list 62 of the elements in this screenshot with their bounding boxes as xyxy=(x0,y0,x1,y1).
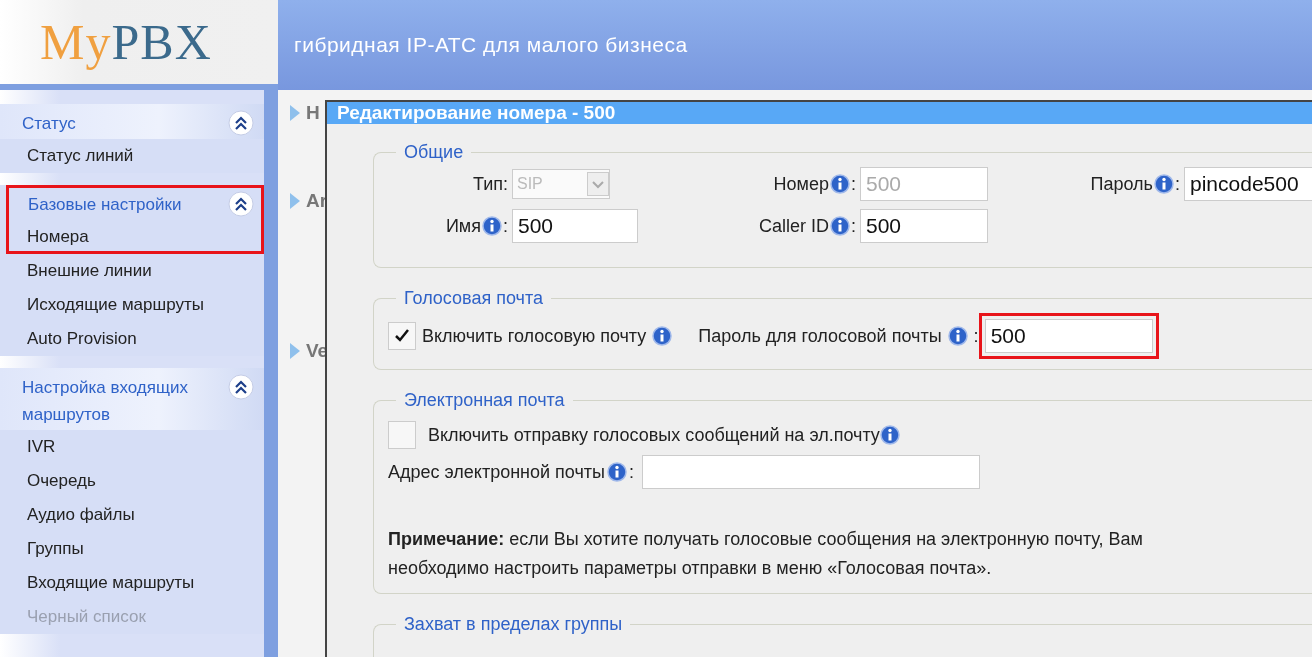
collapse-icon[interactable] xyxy=(228,191,254,217)
checkbox-label: Включить отправку голосовых сообщений на эл.почту xyxy=(428,424,880,446)
menu-item[interactable]: Исходящие маршруты xyxy=(0,288,264,322)
section-legend: Захват в пределах группы xyxy=(396,614,631,635)
menu-item[interactable]: Очередь xyxy=(0,464,264,498)
triangle-icon xyxy=(290,105,300,121)
section-legend: Электронная почта xyxy=(396,390,573,411)
note-text: Примечание: если Вы хотите получать голосовые сообщения на электронную почту, Вам необходимо настроить параметры отправки в меню «Голосовая почта». xyxy=(388,528,1144,580)
section-heading: Н xyxy=(306,102,320,124)
field-label: Пароль для голосовой почты xyxy=(698,325,942,347)
menu-group-title: Настройка входящих маршрутов xyxy=(22,377,189,426)
tagline: гибридная IP-АТС для малого бизнеса xyxy=(294,33,688,57)
menu-item[interactable]: Auto Provision xyxy=(0,322,264,356)
menu-item[interactable]: Входящие маршруты xyxy=(0,566,264,600)
menu-item[interactable]: Группы xyxy=(0,532,264,566)
colon: : xyxy=(503,215,508,237)
info-icon[interactable] xyxy=(607,462,628,482)
triangle-icon xyxy=(290,343,300,359)
menu-item[interactable]: Аудио файлы xyxy=(0,498,264,532)
logo: MyPBX xyxy=(40,13,212,71)
field-label: Номер xyxy=(773,173,829,195)
field-label: Адрес электронной почты xyxy=(388,461,606,483)
menu-item[interactable]: IVR xyxy=(0,430,264,464)
dialog-title: Редактирование номера - 500 xyxy=(337,102,616,124)
menu-group-header[interactable]: Статус xyxy=(0,104,264,139)
section-heading: Ar xyxy=(306,190,328,212)
menu-item[interactable]: Статус линий xyxy=(0,139,264,173)
check-icon xyxy=(394,328,410,344)
menu-group-title: Статус xyxy=(22,113,77,135)
colon: : xyxy=(973,325,979,347)
section-legend: Общие xyxy=(396,142,472,163)
colon: : xyxy=(851,215,856,237)
checkbox-label: Включить голосовую почту xyxy=(422,325,647,347)
info-icon[interactable] xyxy=(830,215,850,236)
info-icon[interactable] xyxy=(947,326,968,346)
text-field[interactable]: pincode500 xyxy=(1184,167,1312,201)
menu-group-header[interactable]: Настройка входящих маршрутов xyxy=(0,368,264,430)
checkbox[interactable] xyxy=(388,421,416,449)
menu-item[interactable]: Номера xyxy=(6,220,264,254)
colon: : xyxy=(629,461,635,483)
password-field[interactable]: 500 xyxy=(984,319,1153,353)
menu-group-header[interactable]: Базовые настройки xyxy=(6,185,264,220)
field-label: Имя xyxy=(445,215,481,237)
field-label: Пароль xyxy=(1090,173,1153,195)
colon: : xyxy=(1175,173,1180,195)
collapse-icon[interactable] xyxy=(228,374,254,400)
text-field[interactable]: 500 xyxy=(512,209,638,243)
info-icon[interactable] xyxy=(482,215,502,236)
checkbox[interactable] xyxy=(388,322,416,350)
field-label: Caller ID xyxy=(758,215,829,237)
info-icon[interactable] xyxy=(879,424,900,445)
menu-group-title: Базовые настройки xyxy=(28,194,183,216)
field-label: Тип: xyxy=(473,173,508,195)
colon: : xyxy=(851,173,856,195)
triangle-icon xyxy=(290,193,300,209)
text-field[interactable]: 500 xyxy=(860,209,988,243)
info-icon[interactable] xyxy=(1154,173,1174,194)
email-field[interactable] xyxy=(642,455,981,489)
info-icon[interactable] xyxy=(652,326,673,346)
section-legend: Голосовая почта xyxy=(396,288,551,309)
collapse-icon[interactable] xyxy=(228,110,254,136)
menu-item[interactable]: Внешние линии xyxy=(0,254,264,288)
